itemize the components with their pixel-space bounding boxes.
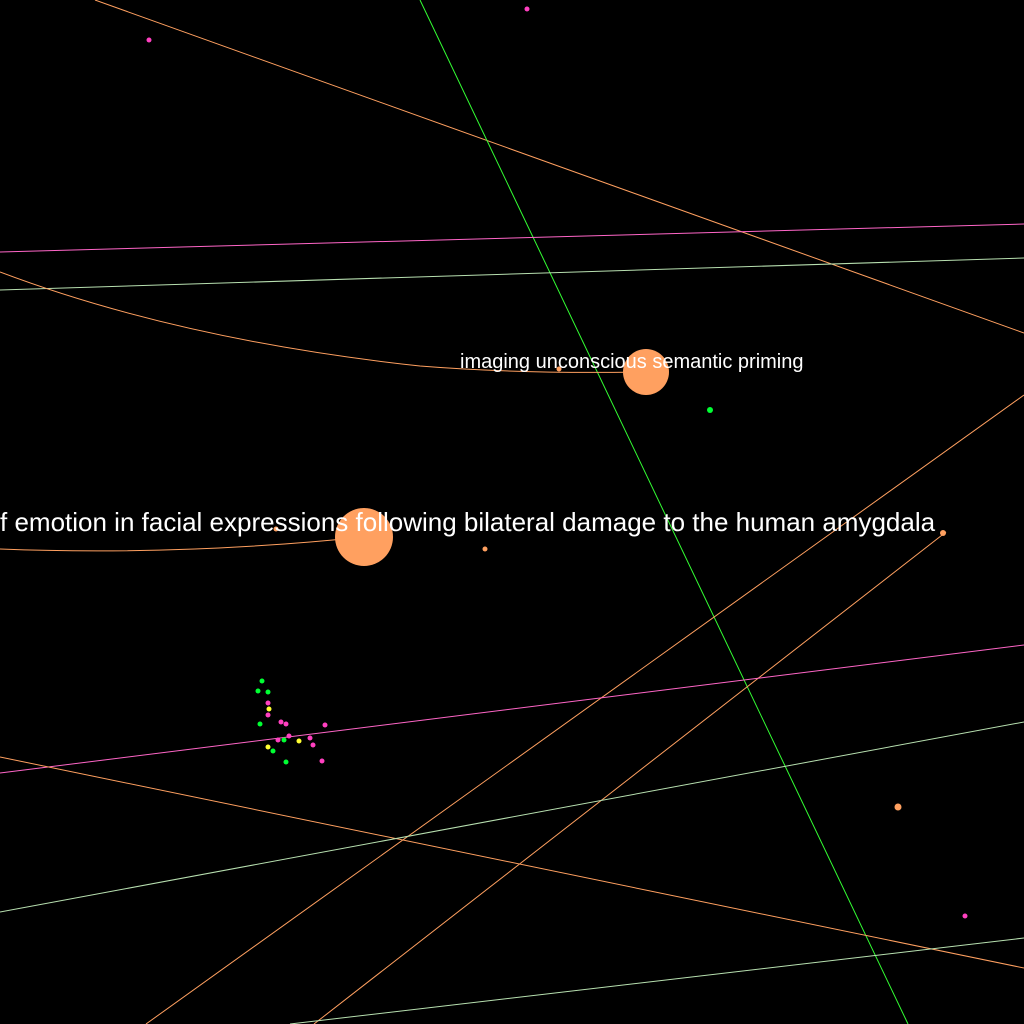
node[interactable] (265, 744, 271, 750)
node-label-amygdala: f emotion in facial expressions followin… (0, 507, 936, 537)
node[interactable] (894, 803, 902, 811)
node[interactable] (310, 742, 316, 748)
node[interactable] (524, 6, 530, 12)
node[interactable] (707, 407, 713, 413)
node[interactable] (265, 689, 271, 695)
node[interactable] (275, 737, 281, 743)
node[interactable] (296, 738, 302, 744)
node[interactable] (319, 758, 325, 764)
node[interactable] (255, 688, 261, 694)
node[interactable] (286, 733, 292, 739)
node[interactable] (940, 530, 946, 536)
node[interactable] (146, 37, 152, 43)
network-canvas: imaging unconscious semantic priming f e… (0, 0, 1024, 1024)
node[interactable] (281, 737, 287, 743)
node[interactable] (307, 735, 313, 741)
node[interactable] (482, 546, 488, 552)
node[interactable] (265, 700, 271, 706)
node[interactable] (322, 722, 328, 728)
node-label-priming: imaging unconscious semantic priming (460, 351, 804, 373)
node[interactable] (283, 721, 289, 727)
node[interactable] (278, 719, 284, 725)
node[interactable] (283, 759, 289, 765)
node[interactable] (259, 678, 265, 684)
node[interactable] (265, 712, 271, 718)
node[interactable] (257, 721, 263, 727)
node[interactable] (962, 913, 968, 919)
node[interactable] (270, 748, 276, 754)
node[interactable] (266, 706, 272, 712)
